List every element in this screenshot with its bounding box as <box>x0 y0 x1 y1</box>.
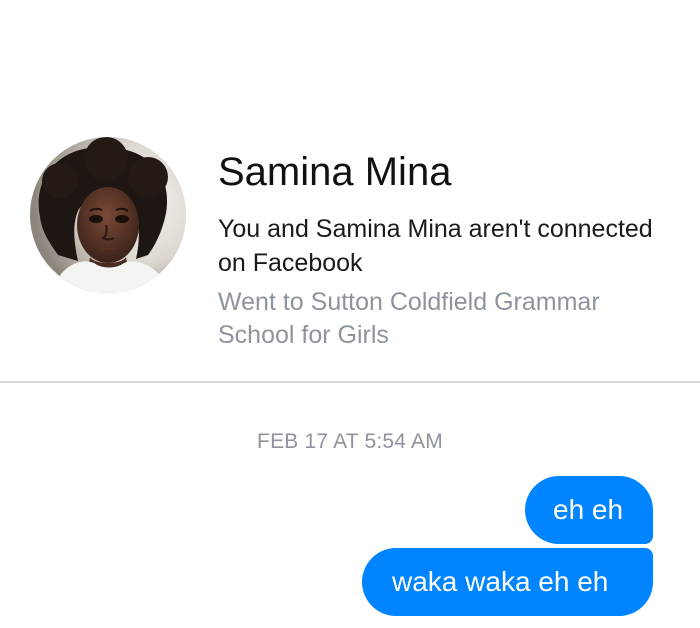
outgoing-message[interactable]: waka waka eh eh <box>362 548 653 616</box>
profile-card: Samina Mina You and Samina Mina aren't c… <box>0 0 700 382</box>
connection-status: You and Samina Mina aren't connected on … <box>218 215 653 277</box>
avatar[interactable] <box>30 137 186 293</box>
message-text: waka waka eh eh <box>392 566 609 597</box>
profile-photo <box>30 137 186 293</box>
profile-name: Samina Mina <box>218 150 452 194</box>
divider <box>0 381 700 383</box>
message-text: eh eh <box>553 494 624 525</box>
message-timestamp: FEB 17 AT 5:54 AM <box>257 430 443 453</box>
outgoing-message[interactable]: eh eh <box>525 476 653 544</box>
education-info: Went to Sutton Coldfield Grammar School … <box>218 288 600 349</box>
